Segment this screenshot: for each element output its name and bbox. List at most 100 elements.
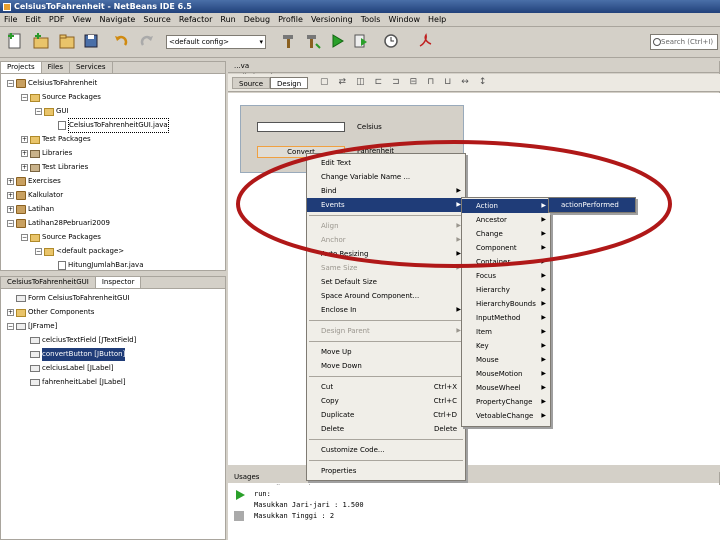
celsius-label[interactable]: Celsius xyxy=(357,123,382,131)
project-tree-item[interactable]: − CelsiusToFahrenheit xyxy=(7,77,97,90)
expand-icon[interactable]: + xyxy=(21,150,28,157)
events-menu-item[interactable]: HierarchyBounds ▶ xyxy=(462,297,550,311)
events-menu-item[interactable]: MouseWheel ▶ xyxy=(462,381,550,395)
events-menu-item[interactable]: InputMethod ▶ xyxy=(462,311,550,325)
redo-icon[interactable] xyxy=(138,32,156,50)
project-tree-item[interactable]: + Test Libraries xyxy=(21,161,88,174)
context-menu-item[interactable]: Edit Text xyxy=(307,156,465,170)
new-file-icon[interactable] xyxy=(6,32,24,50)
menu-tools[interactable]: Tools xyxy=(357,15,385,24)
action-menu-item[interactable]: actionPerformed xyxy=(549,198,635,212)
events-menu-item[interactable]: Key ▶ xyxy=(462,339,550,353)
rerun-icon[interactable] xyxy=(234,489,246,503)
project-tree-item[interactable]: − <default package> xyxy=(35,245,124,258)
context-menu-item[interactable]: Space Around Component... xyxy=(307,289,465,303)
open-project-icon[interactable] xyxy=(58,32,76,50)
inspector-tree-item[interactable]: − [JFrame] xyxy=(7,320,57,333)
project-tree-item[interactable]: HitungJumlahBar.java xyxy=(49,259,143,272)
new-project-icon[interactable] xyxy=(32,32,50,50)
project-tree-item[interactable]: − Source Packages xyxy=(21,91,101,104)
menu-view[interactable]: View xyxy=(68,15,95,24)
menu-window[interactable]: Window xyxy=(384,15,424,24)
menu-pdf[interactable]: PDF xyxy=(45,15,69,24)
inspector-tree-item[interactable]: Form CelsiusToFahrenheitGUI xyxy=(7,292,130,305)
align-bottom-icon[interactable]: ⊔ xyxy=(444,77,451,89)
events-menu-item[interactable]: Mouse ▶ xyxy=(462,353,550,367)
collapse-icon[interactable]: − xyxy=(21,94,28,101)
source-view-button[interactable]: Source xyxy=(232,77,271,89)
events-menu-item[interactable]: Focus ▶ xyxy=(462,269,550,283)
design-view-button[interactable]: Design xyxy=(270,77,309,89)
menu-edit[interactable]: Edit xyxy=(21,15,45,24)
events-menu-item[interactable]: Component ▶ xyxy=(462,241,550,255)
project-tree-item[interactable]: − Source Packages xyxy=(21,231,101,244)
stop-icon[interactable] xyxy=(234,511,244,521)
expand-icon[interactable]: + xyxy=(21,136,28,143)
events-menu-item[interactable]: Action ▶ xyxy=(462,199,550,213)
expand-icon[interactable]: + xyxy=(7,206,14,213)
align-right-icon[interactable]: ⊐ xyxy=(392,77,400,89)
context-menu-item[interactable]: Change Variable Name ... xyxy=(307,170,465,184)
run-icon[interactable] xyxy=(328,32,346,50)
menu-profile[interactable]: Profile xyxy=(274,15,307,24)
project-tree-item[interactable]: + Libraries xyxy=(21,147,72,160)
events-menu-item[interactable]: PropertyChange ▶ xyxy=(462,395,550,409)
collapse-icon[interactable]: − xyxy=(7,220,14,227)
collapse-icon[interactable]: − xyxy=(7,80,14,87)
expand-icon[interactable]: + xyxy=(7,192,14,199)
context-menu-item[interactable]: Delete Delete xyxy=(307,422,465,436)
project-tree-item[interactable]: − Latihan28Pebruari2009 xyxy=(7,217,110,230)
align-center-icon[interactable]: ⊟ xyxy=(410,77,418,89)
project-tree-item[interactable]: + Latihan xyxy=(7,203,54,216)
events-menu-item[interactable]: Container ▶ xyxy=(462,255,550,269)
projects-tab[interactable]: Services xyxy=(70,62,113,73)
expand-icon[interactable]: + xyxy=(7,309,14,316)
menu-versioning[interactable]: Versioning xyxy=(307,15,357,24)
resize-icon[interactable]: ↔ xyxy=(461,77,469,89)
inspector-tree-item[interactable]: fahrenheitLabel [JLabel] xyxy=(21,376,126,389)
debug-icon[interactable] xyxy=(352,32,370,50)
events-menu-item[interactable]: Change ▶ xyxy=(462,227,550,241)
projects-tab[interactable]: Files xyxy=(42,62,70,73)
search-input[interactable]: Search (Ctrl+I) xyxy=(650,34,718,50)
events-menu-item[interactable]: VetoableChange ▶ xyxy=(462,409,550,423)
undo-icon[interactable] xyxy=(112,32,130,50)
context-menu-item[interactable]: Copy Ctrl+C xyxy=(307,394,465,408)
collapse-icon[interactable]: − xyxy=(35,248,42,255)
menu-debug[interactable]: Debug xyxy=(240,15,274,24)
context-menu-item[interactable]: Customize Code... xyxy=(307,443,465,457)
context-menu-item[interactable]: Cut Ctrl+X xyxy=(307,380,465,394)
context-menu-item[interactable]: Set Default Size xyxy=(307,275,465,289)
events-menu-item[interactable]: MouseMotion ▶ xyxy=(462,367,550,381)
projects-tab[interactable]: Projects xyxy=(1,62,42,73)
config-select[interactable]: <default config> xyxy=(166,35,266,49)
inspector-tree-item[interactable]: + Other Components xyxy=(7,306,94,319)
celsius-text-field[interactable] xyxy=(257,122,345,132)
menu-help[interactable]: Help xyxy=(424,15,450,24)
project-tree-item[interactable]: + Exercises xyxy=(7,175,61,188)
expand-icon[interactable]: + xyxy=(21,164,28,171)
inspector-tree-item[interactable]: celciusLabel [JLabel] xyxy=(21,362,114,375)
menu-file[interactable]: File xyxy=(0,15,21,24)
profile-icon[interactable] xyxy=(382,32,400,50)
build-hammer-icon[interactable] xyxy=(280,32,298,50)
inspector-tree-item[interactable]: convertButton [JButton] xyxy=(21,348,126,361)
menu-navigate[interactable]: Navigate xyxy=(95,15,139,24)
editor-tab[interactable]: ...va xyxy=(228,61,720,72)
align-top-icon[interactable]: ⊓ xyxy=(427,77,434,89)
preview-design-icon[interactable]: ◫ xyxy=(356,77,365,89)
selection-mode-icon[interactable]: ▢ xyxy=(320,77,329,89)
connection-mode-icon[interactable]: ⇄ xyxy=(339,77,347,89)
menu-run[interactable]: Run xyxy=(216,15,239,24)
project-tree-item[interactable]: − GUI xyxy=(35,105,69,118)
collapse-icon[interactable]: − xyxy=(7,323,14,330)
context-menu-item[interactable]: Events ▶ xyxy=(307,198,465,212)
context-menu-item[interactable]: Auto Resizing ▶ xyxy=(307,247,465,261)
inspector-tab[interactable]: CelsiusToFahrenheitGUI xyxy=(1,277,96,288)
resize-vertical-icon[interactable]: ↕ xyxy=(479,77,487,89)
project-tree-item[interactable]: + Kalkulator xyxy=(7,189,63,202)
expand-icon[interactable]: + xyxy=(7,178,14,185)
output-tab[interactable]: Usages xyxy=(228,472,720,483)
context-menu-item[interactable]: Bind ▶ xyxy=(307,184,465,198)
events-menu-item[interactable]: Item ▶ xyxy=(462,325,550,339)
